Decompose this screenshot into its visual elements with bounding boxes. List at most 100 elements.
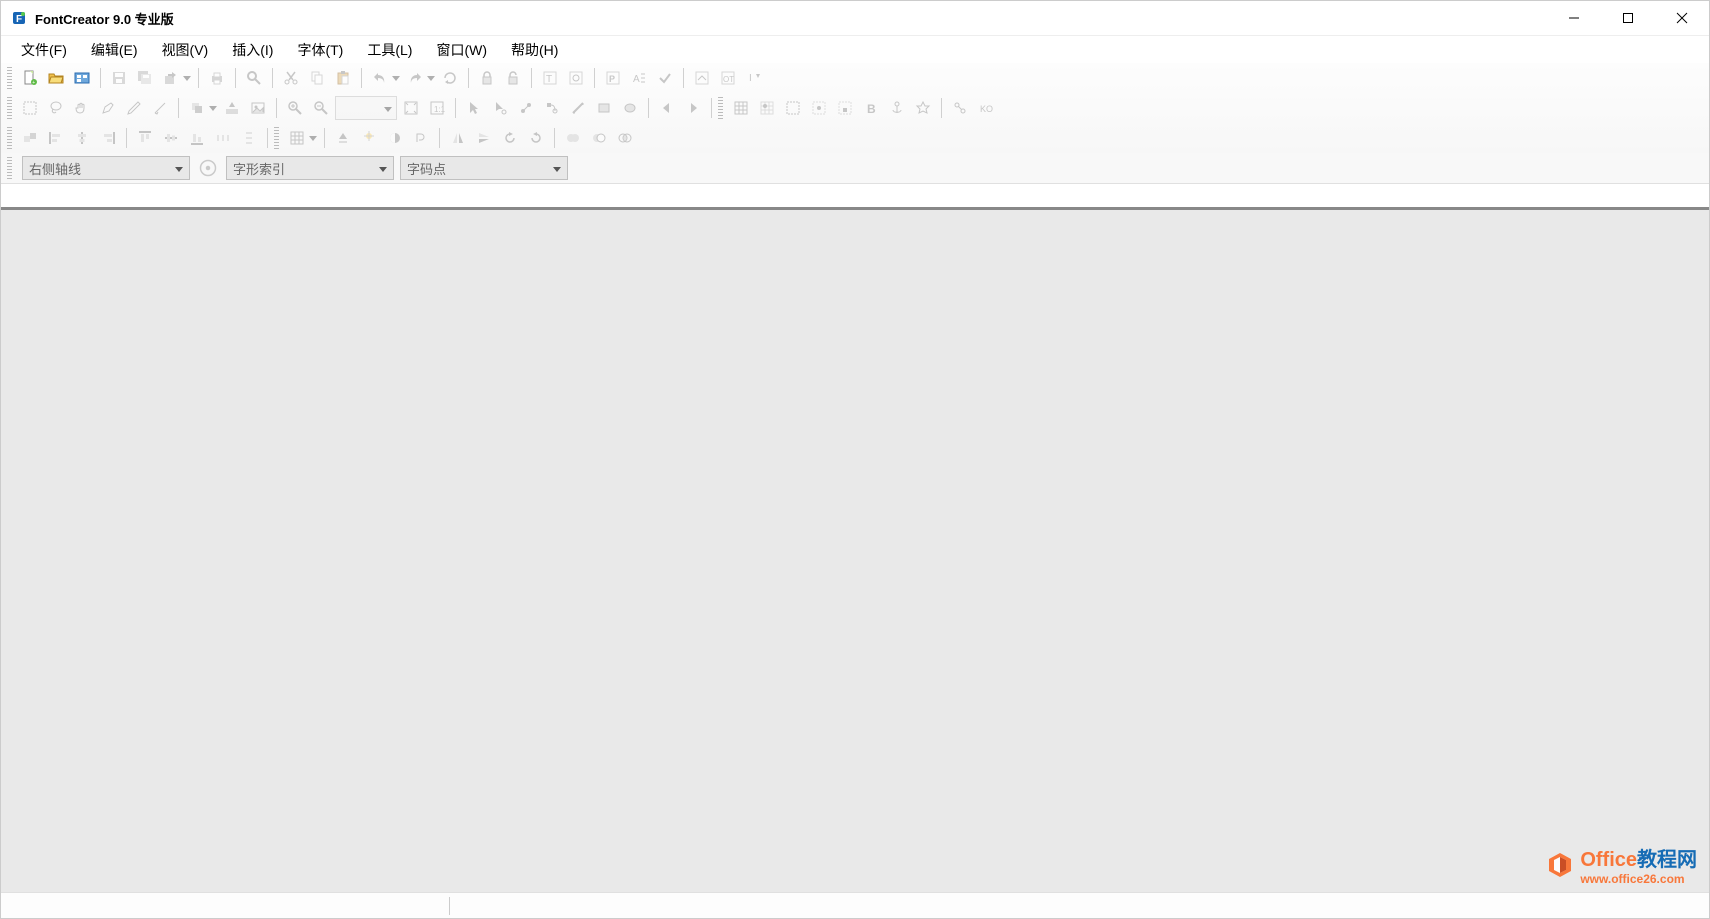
toolbar-handle[interactable] xyxy=(7,127,12,149)
pen-tool-button[interactable] xyxy=(96,96,120,120)
knife-button[interactable] xyxy=(148,96,172,120)
undo-dropdown[interactable] xyxy=(391,66,401,90)
menu-window[interactable]: 窗口(W) xyxy=(424,36,499,64)
composite-glyph-button[interactable] xyxy=(18,126,42,150)
copy-button[interactable] xyxy=(305,66,329,90)
align-bottom-button[interactable] xyxy=(185,126,209,150)
lock-button[interactable] xyxy=(475,66,499,90)
actual-size-button[interactable]: 1:1 xyxy=(425,96,449,120)
ellipse-tool-button[interactable] xyxy=(618,96,642,120)
next-glyph-button[interactable] xyxy=(681,96,705,120)
intersect-button[interactable] xyxy=(613,126,637,150)
guides-button[interactable] xyxy=(781,96,805,120)
menu-view[interactable]: 视图(V) xyxy=(150,36,221,64)
toolbar-handle[interactable] xyxy=(7,157,12,179)
menu-help[interactable]: 帮助(H) xyxy=(499,36,570,64)
lasso-button[interactable] xyxy=(44,96,68,120)
auto-metrics-button[interactable]: A xyxy=(627,66,651,90)
distribute-v-button[interactable] xyxy=(237,126,261,150)
align-right-button[interactable] xyxy=(96,126,120,150)
toolbar-handle[interactable] xyxy=(7,97,12,119)
favorite-button[interactable] xyxy=(911,96,935,120)
distribute-h-button[interactable] xyxy=(211,126,235,150)
link-contours-button[interactable] xyxy=(948,96,972,120)
install-font-button[interactable]: I xyxy=(742,66,766,90)
anchor-button[interactable] xyxy=(885,96,909,120)
align-hcenter-button[interactable] xyxy=(70,126,94,150)
open-project-button[interactable] xyxy=(70,66,94,90)
guides-lock-button[interactable] xyxy=(833,96,857,120)
save-all-button[interactable] xyxy=(133,66,157,90)
prev-glyph-button[interactable] xyxy=(655,96,679,120)
open-file-button[interactable] xyxy=(44,66,68,90)
zoom-combo[interactable] xyxy=(335,96,397,120)
table-view-dropdown[interactable] xyxy=(308,126,318,150)
align-top-button[interactable] xyxy=(133,126,157,150)
align-left-button[interactable] xyxy=(44,126,68,150)
export-button[interactable] xyxy=(159,66,183,90)
menu-tools[interactable]: 工具(L) xyxy=(355,36,424,64)
unlink-contours-button[interactable]: KO xyxy=(974,96,998,120)
pointer-node-button[interactable] xyxy=(488,96,512,120)
menu-file[interactable]: 文件(F) xyxy=(9,36,79,64)
color-picker-button[interactable] xyxy=(220,96,244,120)
repeat-button[interactable] xyxy=(438,66,462,90)
select-rect-button[interactable] xyxy=(18,96,42,120)
sort-asc-button[interactable] xyxy=(331,126,355,150)
hand-tool-button[interactable] xyxy=(70,96,94,120)
rectangle-tool-button[interactable] xyxy=(592,96,616,120)
print-button[interactable] xyxy=(205,66,229,90)
undo-button[interactable] xyxy=(368,66,392,90)
maximize-button[interactable] xyxy=(1601,1,1655,35)
close-button[interactable] xyxy=(1655,1,1709,35)
paste-button[interactable] xyxy=(331,66,355,90)
fill-layers-button[interactable] xyxy=(185,96,209,120)
zoom-out-button[interactable] xyxy=(309,96,333,120)
cut-button[interactable] xyxy=(279,66,303,90)
axis-config-button[interactable] xyxy=(196,156,220,180)
measure-button[interactable] xyxy=(566,96,590,120)
fill-layers-dropdown[interactable] xyxy=(208,96,218,120)
validate-button[interactable] xyxy=(653,66,677,90)
rotate-cw-button[interactable] xyxy=(524,126,548,150)
right-axis-select[interactable]: 右侧轴线 xyxy=(22,156,190,180)
subtract-button[interactable] xyxy=(587,126,611,150)
contrast-button[interactable] xyxy=(383,126,407,150)
freehand-button[interactable] xyxy=(122,96,146,120)
toolbar-handle[interactable] xyxy=(274,127,279,149)
unlock-button[interactable] xyxy=(501,66,525,90)
opentype-button[interactable]: OT xyxy=(716,66,740,90)
union-button[interactable] xyxy=(561,126,585,150)
grid-button[interactable] xyxy=(729,96,753,120)
pointer-button[interactable] xyxy=(462,96,486,120)
node-insert-button[interactable] xyxy=(514,96,538,120)
codepoint-select[interactable]: 字码点 xyxy=(400,156,568,180)
preview-button[interactable] xyxy=(564,66,588,90)
outline-view-button[interactable] xyxy=(409,126,433,150)
redo-dropdown[interactable] xyxy=(426,66,436,90)
find-button[interactable] xyxy=(242,66,266,90)
zoom-in-button[interactable] xyxy=(283,96,307,120)
save-button[interactable] xyxy=(107,66,131,90)
image-tool-button[interactable] xyxy=(246,96,270,120)
paragraph-button[interactable]: P xyxy=(601,66,625,90)
fit-window-button[interactable] xyxy=(399,96,423,120)
glyph-index-select[interactable]: 字形索引 xyxy=(226,156,394,180)
node-convert-button[interactable] xyxy=(540,96,564,120)
highlight-button[interactable] xyxy=(357,126,381,150)
menu-font[interactable]: 字体(T) xyxy=(285,36,355,64)
toolbar-handle[interactable] xyxy=(718,97,723,119)
rotate-ccw-button[interactable] xyxy=(498,126,522,150)
flip-h-button[interactable] xyxy=(446,126,470,150)
table-view-button[interactable] xyxy=(285,126,309,150)
toolbar-handle[interactable] xyxy=(7,67,12,89)
export-dropdown[interactable] xyxy=(182,66,192,90)
minimize-button[interactable] xyxy=(1547,1,1601,35)
guides-snap-button[interactable] xyxy=(807,96,831,120)
redo-button[interactable] xyxy=(403,66,427,90)
flip-v-button[interactable] xyxy=(472,126,496,150)
grid-snap-button[interactable] xyxy=(755,96,779,120)
properties-button[interactable] xyxy=(690,66,714,90)
align-vcenter-button[interactable] xyxy=(159,126,183,150)
menu-edit[interactable]: 编辑(E) xyxy=(79,36,150,64)
